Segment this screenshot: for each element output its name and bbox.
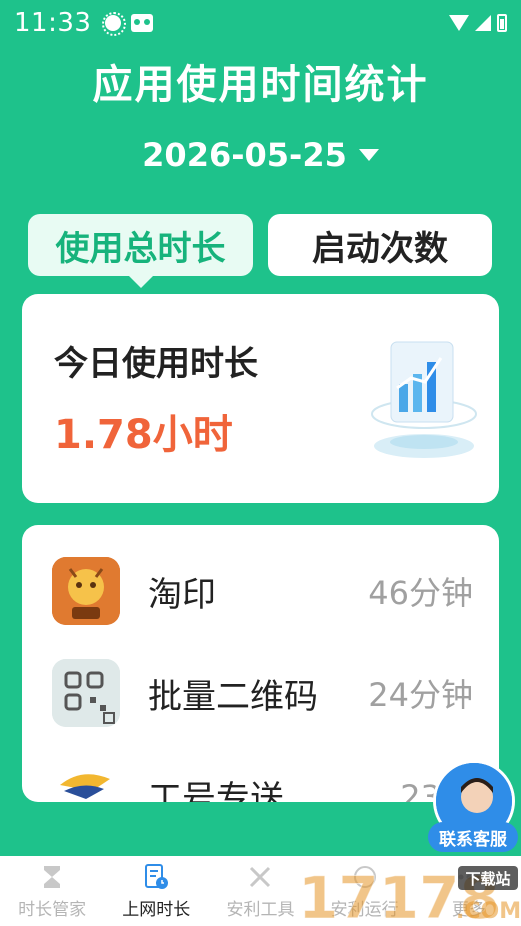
app-name: 批量二维码 <box>148 676 318 717</box>
tab-launch-count[interactable]: 启动次数 <box>268 214 492 276</box>
pegasus-app-icon <box>52 761 120 802</box>
nav-label: 时长管家 <box>18 899 87 920</box>
nav-item-more[interactable]: 更多 <box>417 856 521 926</box>
nav-label: 上网时长 <box>122 899 191 920</box>
nav-item-online-duration[interactable]: 上网时长 <box>104 856 208 926</box>
date-picker[interactable]: 2026-05-25 <box>0 136 521 174</box>
status-bar: 11:33 <box>0 0 521 46</box>
glasses-icon <box>131 14 154 32</box>
app-duration: 46分钟 <box>368 574 473 612</box>
app-name: 工号专送 <box>148 778 284 803</box>
bottom-nav: 时长管家 上网时长 安利工具 安利运行 更多 <box>0 856 521 926</box>
caret-down-icon <box>358 149 379 161</box>
clock-doc-icon <box>145 863 169 889</box>
tab-total-duration[interactable]: 使用总时长 <box>28 214 253 288</box>
hourglass-icon <box>44 865 61 888</box>
nav-item-run[interactable]: 安利运行 <box>313 856 417 926</box>
nav-item-duration-manager[interactable]: 时长管家 <box>0 856 104 926</box>
battery-icon <box>497 14 507 32</box>
more-icon <box>458 874 480 879</box>
today-usage-value: 1.78小时 <box>54 412 233 458</box>
today-usage-card: 今日使用时长 1.78小时 <box>22 294 499 503</box>
run-icon <box>353 865 376 888</box>
wifi-icon <box>449 15 469 31</box>
status-notification-icons <box>102 12 154 36</box>
nav-label: 安利工具 <box>226 899 295 920</box>
status-system-icons <box>449 14 507 32</box>
tools-icon <box>250 866 271 887</box>
list-item[interactable]: 批量二维码 24分钟 <box>22 658 499 728</box>
contact-support-button[interactable]: 联系客服 <box>428 760 518 856</box>
status-time: 11:33 <box>14 8 92 38</box>
tab-label: 启动次数 <box>312 228 448 269</box>
date-value: 2026-05-25 <box>142 136 347 174</box>
page-title: 应用使用时间统计 <box>92 62 429 108</box>
support-label: 联系客服 <box>428 822 518 852</box>
brightness-icon <box>102 12 127 36</box>
today-usage-label: 今日使用时长 <box>54 344 258 384</box>
bar-chart-illustration-icon <box>371 341 477 458</box>
taoyin-app-icon <box>52 557 120 625</box>
qrcode-app-icon <box>52 659 120 727</box>
nav-item-tools[interactable]: 安利工具 <box>208 856 312 926</box>
nav-label: 安利运行 <box>330 899 399 920</box>
app-duration: 24分钟 <box>368 676 473 714</box>
signal-icon <box>475 15 491 31</box>
app-name: 淘印 <box>148 574 216 615</box>
nav-label: 更多 <box>451 899 486 920</box>
tab-label: 使用总时长 <box>55 228 226 269</box>
list-item[interactable]: 淘印 46分钟 <box>22 556 499 626</box>
